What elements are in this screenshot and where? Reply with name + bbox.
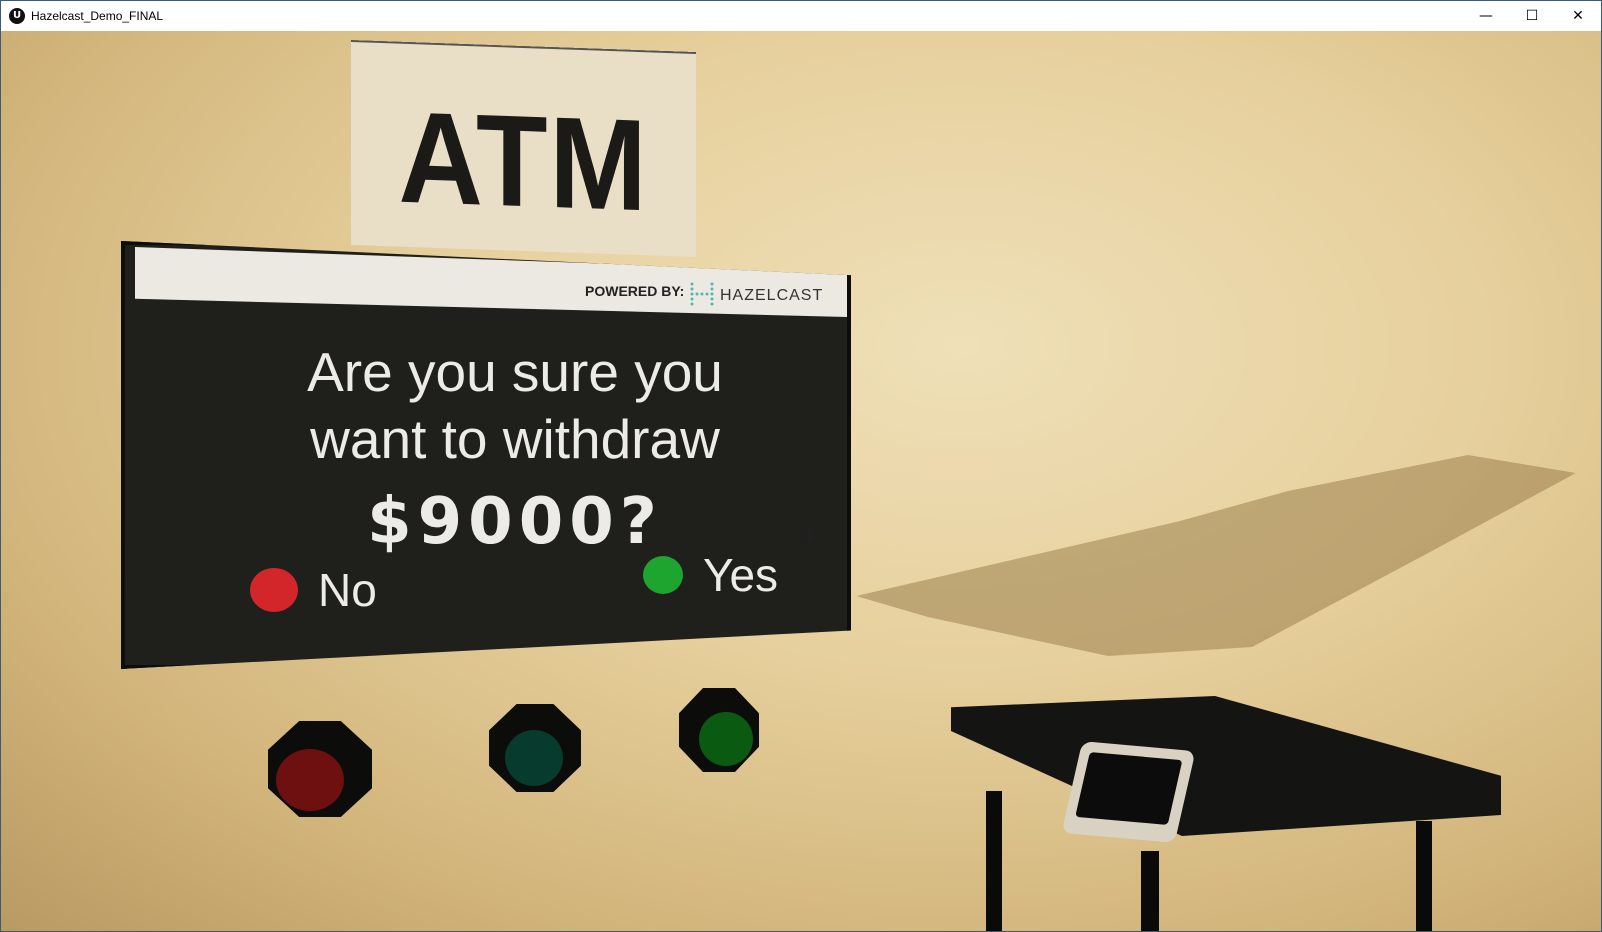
- atm-screen: POWERED BY: HAZELCAST Are you sure you w…: [121, 241, 851, 669]
- table-leg: [1416, 821, 1432, 931]
- green-physical-button[interactable]: [679, 688, 759, 772]
- screen-header: [135, 247, 847, 317]
- option-yes-label: Yes: [703, 549, 779, 601]
- wall-shadow: [856, 455, 1576, 656]
- table-leg: [1141, 851, 1159, 931]
- tablet-device[interactable]: [1061, 741, 1196, 843]
- withdraw-amount: $9000?: [367, 485, 663, 559]
- atm-sign: ATM: [351, 39, 696, 258]
- window-controls: — ☐ ✕: [1463, 1, 1601, 31]
- minimize-button[interactable]: —: [1463, 1, 1509, 31]
- red-dot-icon: [250, 568, 298, 612]
- option-yes: Yes: [643, 548, 778, 602]
- atm-sign-text: ATM: [398, 83, 649, 239]
- hazelcast-logo-icon: [690, 282, 714, 306]
- window-title: Hazelcast_Demo_FINAL: [31, 9, 164, 23]
- option-no-label: No: [318, 564, 377, 616]
- teal-button-cap: [505, 730, 563, 786]
- title-bar[interactable]: U Hazelcast_Demo_FINAL — ☐ ✕: [1, 1, 1601, 31]
- teal-physical-button[interactable]: [489, 704, 581, 792]
- close-button[interactable]: ✕: [1555, 1, 1601, 31]
- tablet-screen: [1075, 751, 1183, 825]
- green-dot-icon: [643, 556, 683, 594]
- question-line-2: want to withdraw: [310, 408, 720, 470]
- side-table: [951, 696, 1501, 836]
- maximize-button[interactable]: ☐: [1509, 1, 1555, 31]
- hazelcast-brand: HAZELCAST: [720, 287, 824, 304]
- game-viewport[interactable]: ATM POWERED BY: HAZELCAST Are you sure y…: [1, 31, 1601, 931]
- unreal-engine-icon: U: [9, 8, 25, 24]
- game-window: U Hazelcast_Demo_FINAL — ☐ ✕ ATM POWERED…: [0, 0, 1602, 932]
- question-line-1: Are you sure you: [307, 341, 723, 403]
- crosshair-cursor-icon: [801, 529, 819, 547]
- table-leg: [986, 791, 1002, 931]
- powered-by-label: POWERED BY:: [585, 283, 685, 299]
- green-button-cap: [699, 712, 753, 766]
- red-button-cap: [276, 749, 344, 811]
- red-physical-button[interactable]: [268, 721, 372, 817]
- option-no: No: [250, 563, 377, 617]
